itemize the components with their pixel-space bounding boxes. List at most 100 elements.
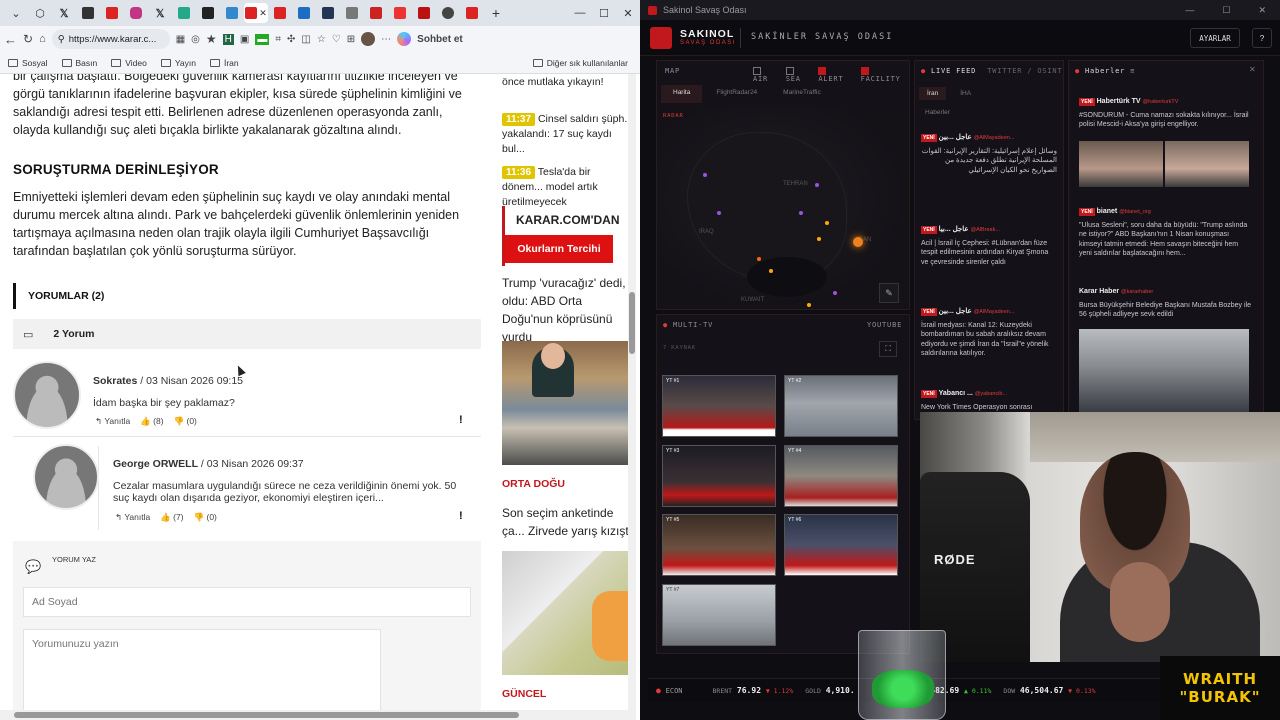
tab-favicon-grey[interactable] [340, 3, 364, 23]
extension-icon-4[interactable]: ▬ [255, 33, 270, 45]
name-input[interactable] [23, 587, 471, 617]
more-menu-icon[interactable]: ⋯ [381, 34, 391, 45]
bookmark-sosyal[interactable]: Sosyal [8, 58, 48, 68]
extension-icon-3[interactable]: ▣ [240, 34, 249, 45]
tab-favicon-green[interactable] [172, 3, 196, 23]
feed-item[interactable]: YENİ عاجل ...بين @AlMayadeen... وسائل إع… [921, 133, 1057, 175]
feed-item[interactable]: YENİ عاجل ...بين @AlMayadeen... İsrail m… [921, 307, 1057, 359]
tab-favicon-navy[interactable] [316, 3, 340, 23]
vertical-scrollbar[interactable] [628, 74, 636, 710]
tab-flightradar[interactable]: FlightRadar24 [704, 85, 769, 103]
comment-author[interactable]: George ORWELL [113, 458, 198, 470]
feed-tab-iha[interactable]: İHA [956, 87, 975, 100]
sidebar-image-trump[interactable] [502, 341, 628, 465]
feed-item[interactable]: YENİ عاجل ...بيا @AlBreak... Acil | İsra… [921, 225, 1057, 267]
tab-favicon-blue-2[interactable] [292, 3, 316, 23]
back-icon[interactable]: ← [4, 32, 17, 47]
sidebar-news-item[interactable]: 11:36 Tesla'da bir dönem... model artık … [502, 165, 628, 210]
tab-favicon-circle[interactable] [436, 3, 460, 23]
edit-map-button[interactable]: ✎ [879, 283, 899, 303]
filter-sea[interactable]: SEA [785, 67, 811, 83]
tv-thumbnail[interactable]: YT #5 [662, 514, 776, 576]
tab-karar-active[interactable]: ✕ [244, 3, 268, 23]
reply-button[interactable]: ↰ Yanıtla [115, 512, 150, 523]
minimize-icon[interactable]: — [1185, 5, 1194, 15]
category-label[interactable]: GÜNCEL [502, 688, 546, 700]
like-button[interactable]: 👍 (7) [160, 512, 183, 523]
bookmark-other[interactable]: Diğer sık kullanılanlar [532, 58, 628, 68]
tab-x-2[interactable]: 𝕏 [148, 3, 172, 23]
news-item[interactable]: YENİ Habertürk TV @haberturkTV #SONDURUM… [1079, 97, 1251, 130]
tab-favicon-red[interactable] [100, 3, 124, 23]
sidebar-image-ballot[interactable] [502, 551, 628, 675]
address-bar[interactable]: ⚲ https://www.karar.c... [51, 29, 170, 49]
tab-favicon-red-4[interactable] [412, 3, 436, 23]
tab-favicon-red-2[interactable] [364, 3, 388, 23]
tv-thumbnail[interactable]: YT #3 [662, 445, 776, 507]
bookmark-iran[interactable]: İran [209, 58, 239, 68]
feed-tab-iran[interactable]: İran [919, 87, 947, 100]
tab-instagram[interactable] [124, 3, 148, 23]
bookmark-video[interactable]: Video [111, 58, 147, 68]
bookmark-basin[interactable]: Basın [61, 58, 97, 68]
favorites-icon[interactable]: ☆ [317, 34, 326, 45]
home-icon[interactable]: ⌂ [39, 33, 46, 45]
maximize-icon[interactable]: ☐ [1222, 5, 1230, 16]
brand-button[interactable]: Okurların Tercihi [505, 235, 613, 263]
copilot-label[interactable]: Sohbet et [417, 34, 463, 45]
news-image[interactable] [1079, 329, 1249, 419]
close-window-icon[interactable]: ✕ [1258, 5, 1266, 16]
tab-karar-3[interactable] [460, 3, 484, 23]
tab-x[interactable]: 𝕏 [52, 3, 76, 23]
reload-icon[interactable]: ↻ [23, 32, 33, 46]
tv-thumbnail[interactable]: YT #1 [662, 375, 776, 437]
filter-air[interactable]: AIR [753, 67, 778, 83]
copilot-icon[interactable] [397, 32, 412, 46]
extension-icon-1[interactable]: ▦ [176, 34, 185, 45]
category-label[interactable]: ORTA DOĞU [502, 478, 565, 490]
scrollbar-thumb[interactable] [14, 712, 519, 718]
tab-marinetraffic[interactable]: MarineTraffic [771, 85, 833, 103]
downloads-icon[interactable]: ⊞ [347, 34, 355, 45]
tv-thumbnail[interactable]: YT #6 [784, 514, 898, 576]
news-image[interactable] [1165, 141, 1249, 187]
sidebar-news-item[interactable]: 11:37 Cinsel saldırı şüph... yakalandı: … [502, 112, 628, 157]
extension-icon-6[interactable]: ✣ [287, 34, 295, 45]
filter-facility[interactable]: FACILITY [860, 67, 909, 83]
close-window-icon[interactable]: ✕ [616, 3, 640, 23]
news-image[interactable] [1079, 141, 1163, 187]
favorite-star-icon[interactable]: ★ [206, 32, 217, 46]
new-tab-plus-icon[interactable]: + [484, 3, 508, 23]
tab-karar-2[interactable] [268, 3, 292, 23]
tab-favicon-blue[interactable] [220, 3, 244, 23]
extension-icon-5[interactable]: ⌗ [275, 34, 281, 45]
report-icon[interactable]: ! [459, 414, 463, 426]
news-item[interactable]: YENİ bianet @bianet_org "Ulusa Sesleni",… [1079, 207, 1251, 259]
dislike-button[interactable]: 👎 (0) [174, 416, 197, 427]
profile-avatar[interactable] [361, 32, 376, 46]
maximize-icon[interactable]: ☐ [592, 3, 616, 23]
split-screen-icon[interactable]: ◫ [301, 34, 310, 45]
reply-button[interactable]: ↰ Yanıtla [95, 416, 130, 427]
tab-favicon-red-3[interactable] [388, 3, 412, 23]
report-icon[interactable]: ! [459, 510, 463, 522]
tab-actions-chevron-icon[interactable]: ⌄ [4, 3, 28, 23]
tab-favicon-dark-2[interactable] [196, 3, 220, 23]
reader-icon[interactable]: ◎ [191, 34, 200, 45]
fullscreen-button[interactable]: ⛶ [879, 341, 897, 357]
scrollbar-thumb[interactable] [629, 292, 635, 354]
extension-icon-2[interactable]: H [222, 33, 234, 45]
dislike-button[interactable]: 👎 (0) [194, 512, 217, 523]
tab-harita[interactable]: Harita [661, 85, 703, 103]
settings-button[interactable]: AYARLAR [1190, 28, 1240, 48]
tab-favicon-dark[interactable] [76, 3, 100, 23]
news-item[interactable]: Karar Haber @kararhaber Bursa Büyükşehir… [1079, 287, 1251, 320]
minimize-icon[interactable]: — [568, 3, 592, 23]
feed-item[interactable]: YENİ Yabancı ... @yabancib... New York T… [921, 389, 1057, 412]
site-info-icon[interactable]: ⚲ [58, 34, 65, 45]
tv-thumbnail[interactable]: YT #4 [784, 445, 898, 507]
help-button[interactable]: ? [1252, 28, 1272, 48]
filter-alert[interactable]: ALERT [818, 67, 852, 83]
tv-thumbnail[interactable]: YT #7 [662, 584, 776, 646]
sidebar-headline[interactable]: Trump 'vuracağız' dedi, oldu: ABD Orta D… [502, 274, 628, 346]
